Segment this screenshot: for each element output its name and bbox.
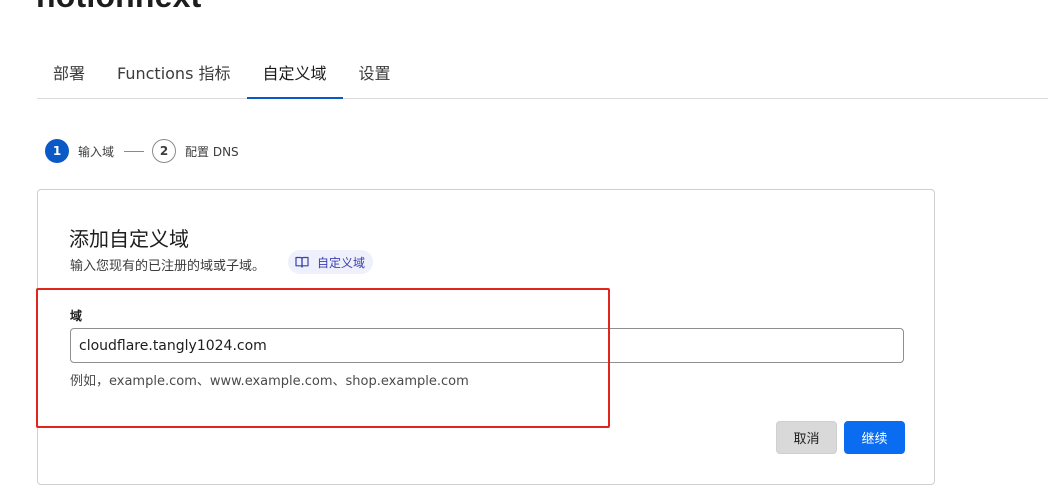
page: notionnext 部署 Functions 指标 自定义域 设置 1 输入域…	[0, 0, 1048, 497]
page-title: notionnext	[36, 0, 202, 15]
tab-settings[interactable]: 设置	[343, 52, 407, 98]
cancel-button[interactable]: 取消	[776, 421, 837, 454]
step-2-label: 配置 DNS	[185, 144, 239, 159]
book-icon	[295, 256, 317, 268]
custom-domain-docs-link[interactable]: 自定义域	[288, 250, 374, 274]
domain-field-hint: 例如，example.com、www.example.com、shop.exam…	[70, 374, 469, 389]
domain-field-label: 域	[70, 309, 83, 323]
tab-bar: 部署 Functions 指标 自定义域 设置	[37, 52, 1048, 99]
docs-link-label: 自定义域	[317, 255, 366, 270]
step-1-indicator: 1	[45, 139, 69, 163]
card-subtitle: 输入您现有的已注册的域或子域。	[70, 259, 266, 274]
card-title: 添加自定义域	[69, 227, 189, 251]
tab-functions-metrics[interactable]: Functions 指标	[101, 52, 246, 98]
continue-button[interactable]: 继续	[844, 421, 905, 454]
step-1-label: 输入域	[78, 144, 115, 159]
add-domain-card: 添加自定义域 输入您现有的已注册的域或子域。 自定义域 域 例如，example…	[37, 189, 935, 485]
tab-custom-domains[interactable]: 自定义域	[246, 52, 343, 99]
step-2-indicator: 2	[152, 139, 177, 163]
tab-deployments[interactable]: 部署	[37, 52, 101, 98]
stepper: 1 输入域 2 配置 DNS	[45, 139, 239, 163]
step-separator	[124, 150, 145, 152]
domain-input[interactable]	[70, 328, 904, 363]
